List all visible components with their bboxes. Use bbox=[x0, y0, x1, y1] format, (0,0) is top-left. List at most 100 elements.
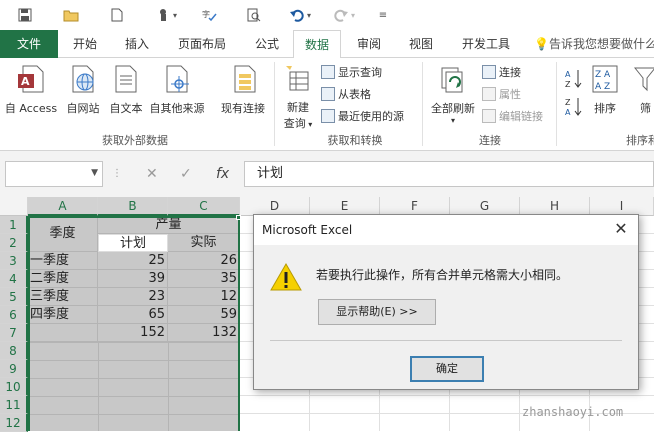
formula-bar-area: ▼ ⋮ ✕ ✓ fx 计划 bbox=[0, 151, 654, 197]
edit-links-button[interactable]: 编辑链接 bbox=[482, 107, 543, 125]
new-file-icon[interactable] bbox=[106, 5, 128, 25]
from-table-button[interactable]: 从表格 bbox=[321, 85, 371, 103]
selection-border bbox=[28, 216, 240, 431]
row-header[interactable]: 2 bbox=[0, 234, 28, 252]
tab-insert[interactable]: 插入 bbox=[114, 30, 160, 58]
refresh-all-button[interactable]: 全部刷新 ▾ bbox=[426, 64, 480, 125]
properties-label: 属性 bbox=[499, 88, 521, 101]
text-file-icon bbox=[115, 65, 137, 93]
svg-text:Z A: Z A bbox=[595, 70, 611, 80]
close-icon[interactable]: ✕ bbox=[610, 218, 632, 240]
edit-links-icon bbox=[482, 109, 496, 123]
connections-button[interactable]: 连接 bbox=[482, 63, 521, 81]
cancel-icon[interactable]: ✕ bbox=[146, 161, 158, 187]
save-icon[interactable] bbox=[14, 5, 36, 25]
row-header[interactable]: 5 bbox=[0, 288, 28, 306]
column-header-c[interactable]: C bbox=[168, 197, 240, 216]
from-access-label: 自 Access bbox=[4, 102, 58, 115]
enter-icon[interactable]: ✓ bbox=[180, 161, 192, 187]
row-header[interactable]: 4 bbox=[0, 270, 28, 288]
tell-me-box[interactable]: 💡告诉我您想要做什么... bbox=[534, 30, 654, 58]
touch-mode-icon[interactable]: ▾ bbox=[152, 5, 182, 25]
column-header-a[interactable]: A bbox=[28, 197, 98, 216]
from-text-button[interactable]: 自文本 bbox=[106, 64, 146, 116]
dialog-title: Microsoft Excel bbox=[254, 215, 638, 245]
tab-data[interactable]: 数据 bbox=[293, 30, 341, 59]
dropdown-arrow-icon: ▾ bbox=[305, 120, 313, 129]
separator bbox=[274, 62, 275, 146]
properties-button[interactable]: 属性 bbox=[482, 85, 521, 103]
insert-function-icon[interactable]: fx bbox=[216, 161, 229, 187]
svg-text:字: 字 bbox=[202, 9, 210, 19]
row-header[interactable]: 1 bbox=[0, 216, 28, 234]
show-help-button[interactable]: 显示帮助(E) >> bbox=[318, 299, 436, 325]
name-box-dropdown-icon[interactable]: ▼ bbox=[91, 168, 98, 178]
svg-text:A: A bbox=[565, 108, 571, 116]
sort-label: 排序 bbox=[594, 102, 616, 115]
ok-button[interactable]: 确定 bbox=[410, 356, 484, 382]
error-dialog: Microsoft Excel ✕ 若要执行此操作，所有合并单元格需大小相同。 … bbox=[253, 214, 639, 390]
existing-connections-button[interactable]: 现有连接 bbox=[216, 64, 270, 116]
new-query-button[interactable]: 新建 查询 ▾ bbox=[279, 64, 317, 131]
sort-descending-button[interactable]: ZA bbox=[562, 96, 586, 119]
tab-formulas[interactable]: 公式 bbox=[244, 30, 290, 58]
access-icon: A bbox=[18, 65, 44, 93]
from-table-label: 从表格 bbox=[338, 88, 371, 101]
sort-button[interactable]: Z A A Z 排序 bbox=[588, 64, 622, 116]
tab-page-layout[interactable]: 页面布局 bbox=[170, 30, 234, 58]
separator bbox=[556, 62, 557, 146]
row-header[interactable]: 6 bbox=[0, 306, 28, 324]
group-label-transform: 获取和转换 bbox=[327, 134, 383, 147]
recent-sources-button[interactable]: 最近使用的源 bbox=[321, 107, 404, 125]
filter-label: 筛 bbox=[640, 102, 651, 115]
sort-za-icon: ZA bbox=[565, 98, 582, 117]
name-box[interactable]: ▼ bbox=[5, 161, 103, 187]
tab-home[interactable]: 开始 bbox=[62, 30, 108, 58]
row-header[interactable]: 3 bbox=[0, 252, 28, 270]
group-label-connections: 连接 bbox=[479, 134, 501, 147]
show-queries-button[interactable]: 显示查询 bbox=[321, 63, 382, 81]
row-header[interactable]: 10 bbox=[0, 378, 28, 396]
formula-input[interactable]: 计划 bbox=[244, 161, 654, 187]
from-web-button[interactable]: 自网站 bbox=[60, 64, 106, 116]
dialog-message: 若要执行此操作，所有合并单元格需大小相同。 bbox=[316, 268, 569, 282]
tab-developer[interactable]: 开发工具 bbox=[450, 30, 522, 58]
redo-icon[interactable]: ▾ bbox=[328, 5, 360, 25]
refresh-icon bbox=[441, 67, 463, 93]
spelling-icon[interactable]: 字 bbox=[198, 5, 220, 25]
new-query-label-2-text: 查询 bbox=[283, 117, 306, 130]
new-query-label-1: 新建 bbox=[287, 101, 309, 114]
dialog-divider bbox=[270, 340, 622, 341]
column-header-b[interactable]: B bbox=[98, 197, 168, 216]
from-other-sources-button[interactable]: 自其他来源 bbox=[145, 64, 209, 116]
svg-text:Z: Z bbox=[565, 98, 571, 107]
row-header[interactable]: 12 bbox=[0, 414, 28, 432]
customize-toolbar-icon[interactable]: ≡ bbox=[375, 5, 391, 25]
filter-button[interactable]: 筛 bbox=[630, 64, 654, 116]
existing-connections-icon bbox=[234, 65, 256, 93]
tab-file[interactable]: 文件 bbox=[0, 30, 58, 58]
quick-access-toolbar: ▾ 字 ▾ ▾ ≡ bbox=[0, 0, 654, 30]
connections-label: 连接 bbox=[499, 66, 521, 79]
sort-ascending-button[interactable]: AZ bbox=[562, 68, 586, 91]
sort-icon: Z A A Z bbox=[592, 65, 618, 93]
print-preview-icon[interactable] bbox=[243, 5, 265, 25]
from-web-label: 自网站 bbox=[66, 102, 100, 115]
row-header[interactable]: 7 bbox=[0, 324, 28, 342]
refresh-all-label: 全部刷新 bbox=[431, 102, 475, 115]
existing-connections-label: 现有连接 bbox=[221, 102, 265, 115]
row-header[interactable]: 11 bbox=[0, 396, 28, 414]
row-header[interactable]: 8 bbox=[0, 342, 28, 360]
from-text-label: 自文本 bbox=[109, 102, 143, 115]
recent-sources-label: 最近使用的源 bbox=[338, 110, 404, 123]
tab-view[interactable]: 视图 bbox=[398, 30, 444, 58]
from-access-button[interactable]: A 自 Access bbox=[4, 64, 58, 116]
edit-links-label: 编辑链接 bbox=[499, 110, 543, 123]
svg-text:A Z: A Z bbox=[595, 82, 610, 92]
select-all-corner[interactable] bbox=[0, 197, 28, 216]
undo-icon[interactable]: ▾ bbox=[284, 5, 316, 25]
open-folder-icon[interactable] bbox=[60, 5, 82, 25]
ribbon-tabs: 文件 开始 插入 页面布局 公式 数据 审阅 视图 开发工具 💡告诉我您想要做什… bbox=[0, 30, 654, 59]
tab-review[interactable]: 审阅 bbox=[346, 30, 392, 58]
row-header[interactable]: 9 bbox=[0, 360, 28, 378]
